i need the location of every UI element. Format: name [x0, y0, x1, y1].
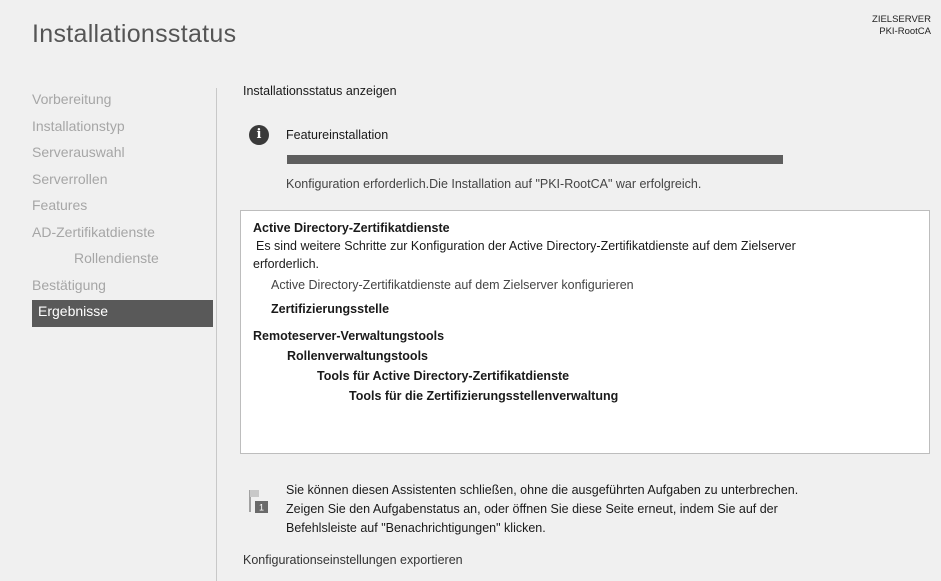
feature-installation-label: Featureinstallation [286, 128, 389, 142]
result-role-admin-tools: Rollenverwaltungstools [287, 349, 428, 363]
notice-line-2: Zeigen Sie den Aufgabenstatus an, oder ö… [286, 502, 778, 516]
nav-item-serverrollen[interactable]: Serverrollen [32, 168, 213, 195]
installation-progress-bar [287, 155, 783, 164]
notification-flag-icon: 1 [249, 490, 268, 513]
result-role-ad-cs: Active Directory-Zertifikatdienste [253, 221, 450, 235]
target-server-label: ZIELSERVER [872, 14, 931, 25]
result-role-service-ca: Zertifizierungsstelle [271, 302, 390, 316]
results-box[interactable]: Active Directory-Zertifikatdienste Es si… [240, 210, 930, 454]
export-settings-link[interactable]: Konfigurationseinstellungen exportieren [243, 553, 463, 567]
nav-item-features[interactable]: Features [32, 194, 213, 221]
notice-line-3: Befehlsleiste auf "Benachrichtigungen" k… [286, 521, 546, 535]
installation-status-text: Konfiguration erforderlich.Die Installat… [286, 177, 702, 191]
page-title: Installationsstatus [32, 20, 237, 48]
nav-item-serverauswahl[interactable]: Serverauswahl [32, 141, 213, 168]
info-icon: i [249, 125, 269, 145]
result-rsat: Remoteserver-Verwaltungstools [253, 329, 445, 343]
nav-divider [216, 88, 217, 581]
nav-item-vorbereitung[interactable]: Vorbereitung [32, 88, 213, 115]
nav-item-rollendienste[interactable]: Rollendienste [32, 247, 213, 274]
result-config-note-cont: erforderlich. [253, 257, 319, 271]
notification-badge: 1 [259, 503, 264, 513]
target-server: ZIELSERVER PKI-RootCA [872, 14, 931, 38]
nav-item-ergebnisse[interactable]: Ergebnisse [32, 300, 213, 327]
nav-item-installationstyp[interactable]: Installationstyp [32, 115, 213, 142]
nav-item-ad-zertifikatdienste[interactable]: AD-Zertifikatdienste [32, 221, 213, 248]
progress-fill [287, 155, 783, 164]
nav-item-bestaetigung[interactable]: Bestätigung [32, 274, 213, 301]
section-heading: Installationsstatus anzeigen [243, 84, 397, 98]
result-ca-management-tools: Tools für die Zertifizierungsstellenverw… [349, 389, 619, 403]
result-ad-cs-tools: Tools für Active Directory-Zertifikatdie… [317, 369, 570, 383]
notice-line-1: Sie können diesen Assistenten schließen,… [286, 483, 799, 497]
notice-text: Sie können diesen Assistenten schließen,… [286, 481, 926, 538]
wizard-nav: Vorbereitung Installationstyp Serverausw… [32, 88, 213, 327]
target-server-name: PKI-RootCA [879, 26, 931, 37]
result-config-note: Es sind weitere Schritte zur Konfigurati… [256, 239, 796, 253]
configure-ad-cs-link[interactable]: Active Directory-Zertifikatdienste auf d… [253, 276, 929, 294]
